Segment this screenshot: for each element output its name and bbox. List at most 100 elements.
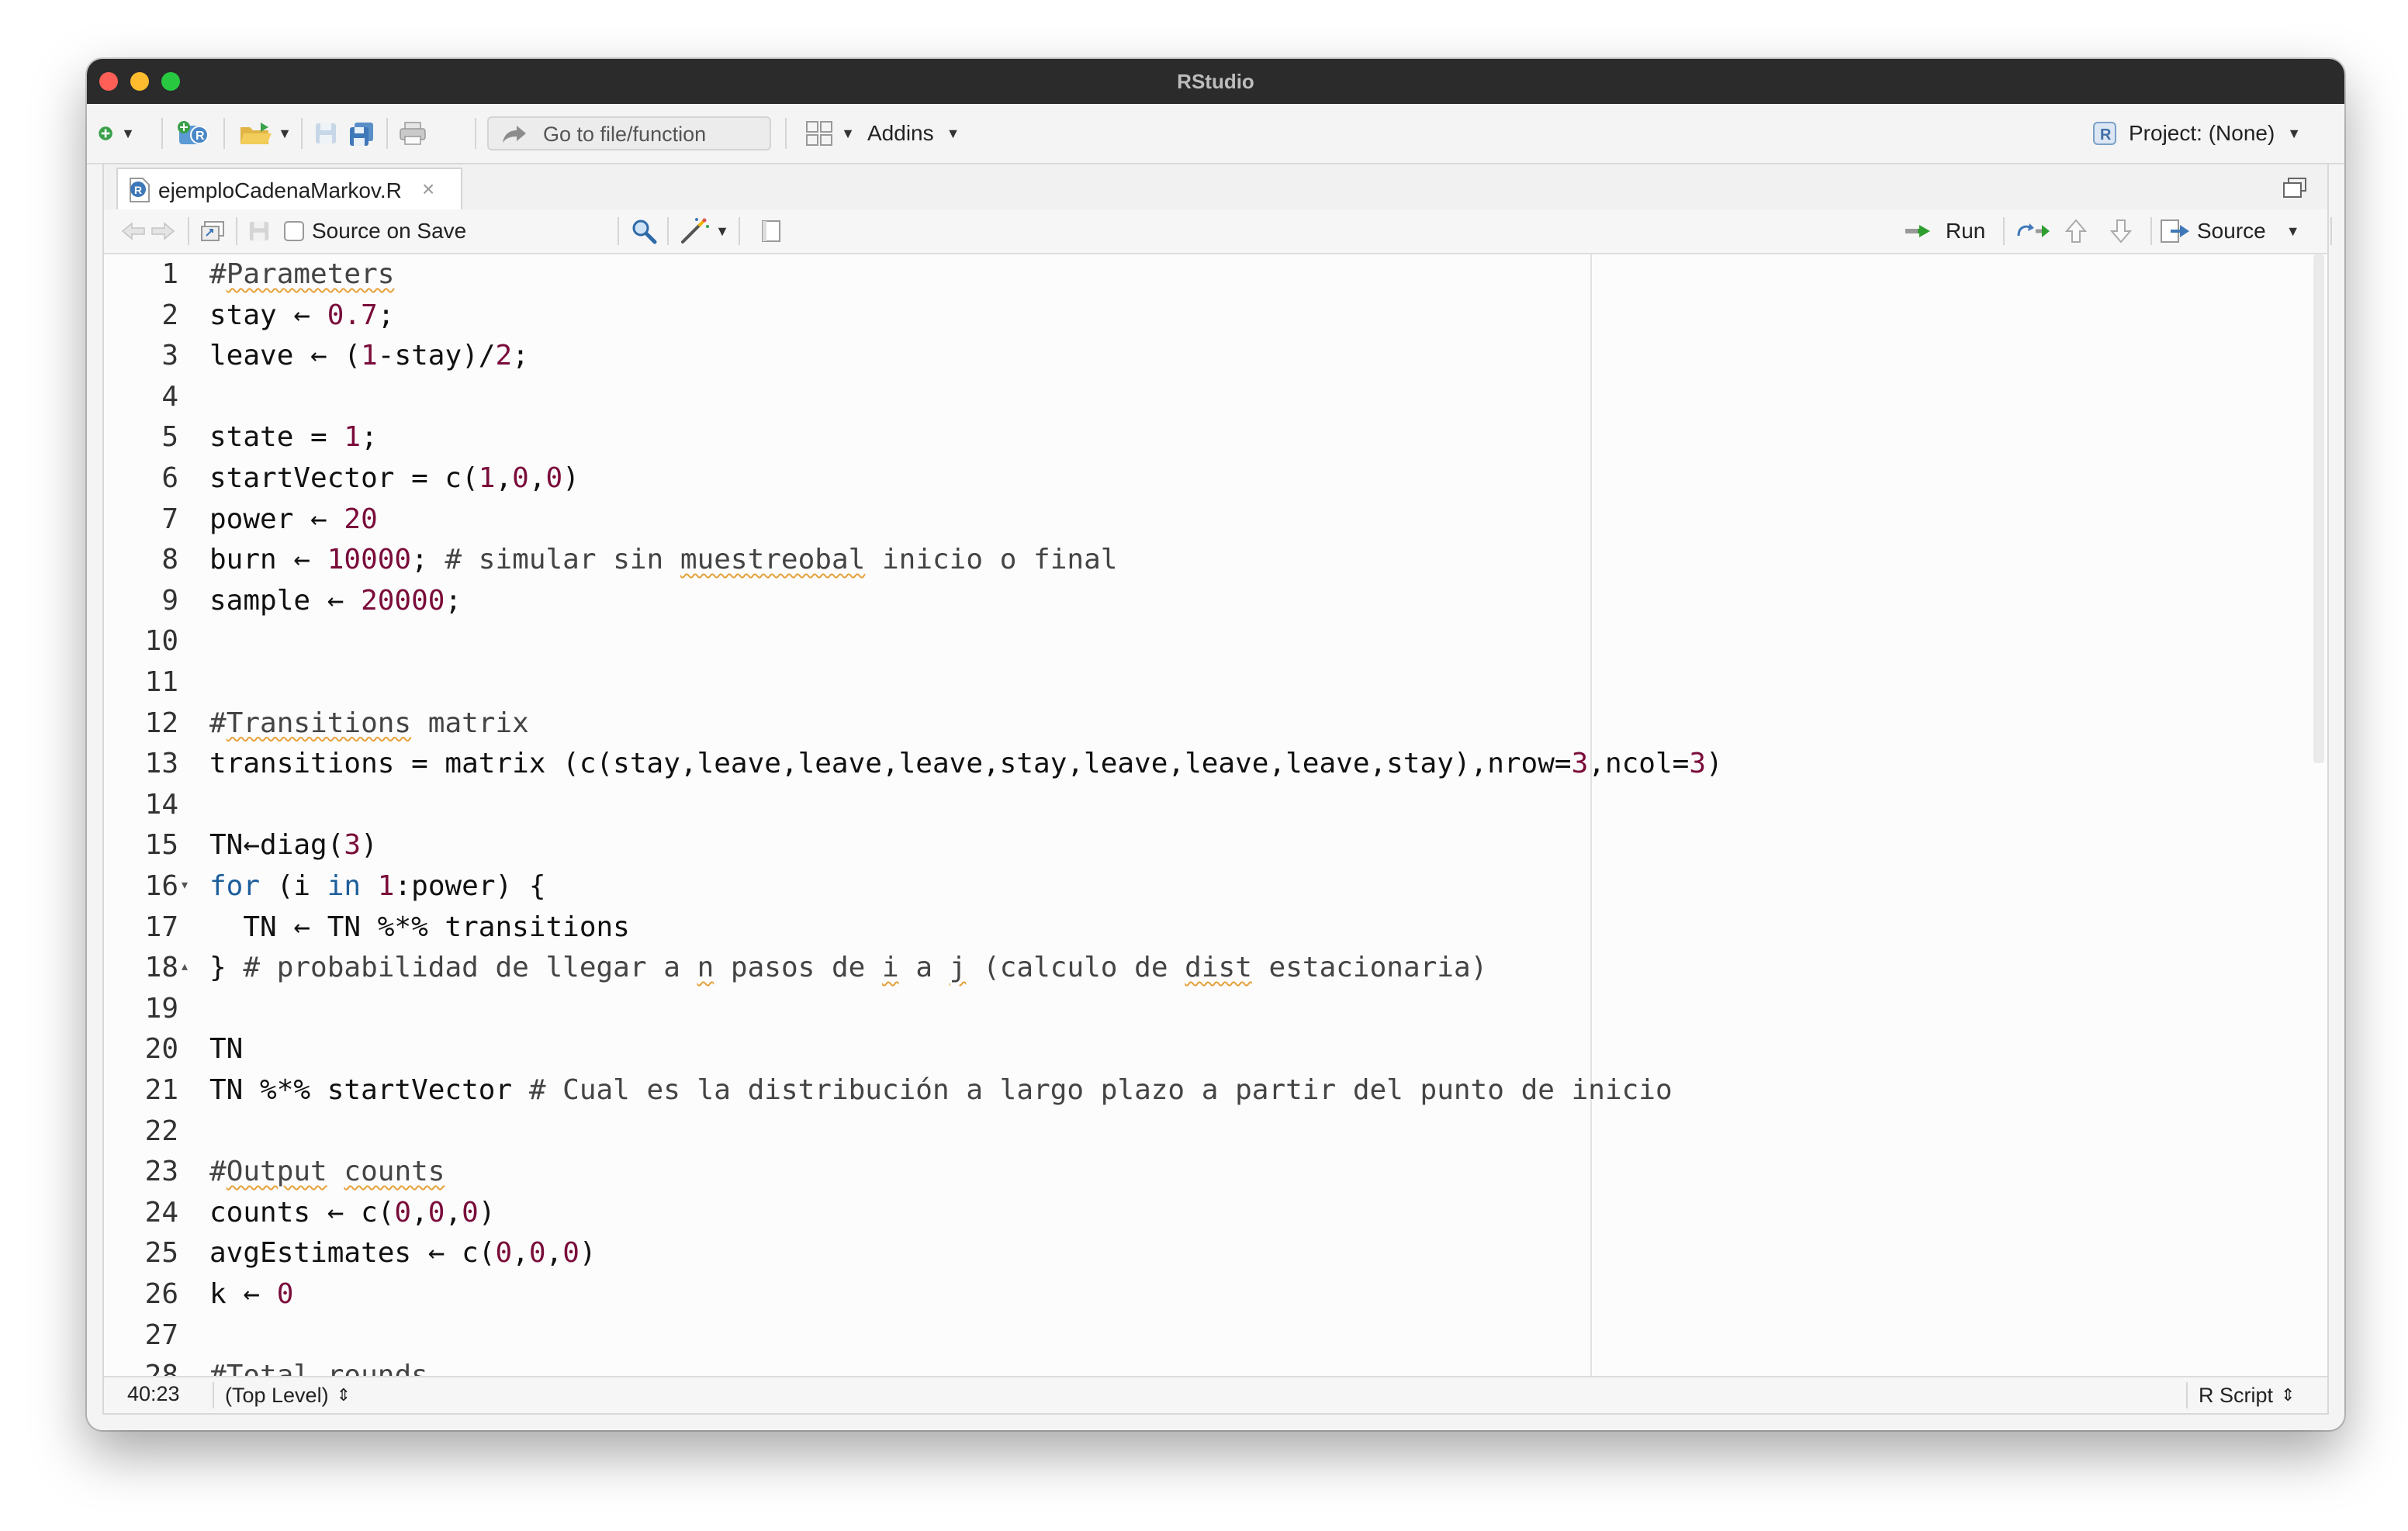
new-project-button[interactable]: R	[174, 116, 213, 150]
scope-selector[interactable]: (Top Level) ⇕	[225, 1381, 351, 1410]
forward-button[interactable]	[147, 217, 178, 245]
vertical-scrollbar[interactable]	[2313, 254, 2324, 763]
open-file-button[interactable]: ▼	[234, 118, 296, 149]
code-line[interactable]: TN %*% startVector # Cual es la distribu…	[209, 1070, 1673, 1111]
line-number: 26	[144, 1278, 178, 1310]
grid-icon	[806, 121, 833, 146]
chevron-down-icon: ▼	[946, 125, 960, 141]
code-line[interactable]: avgEstimates ← c(0,0,0)	[209, 1233, 597, 1274]
code-line[interactable]: #Total rounds	[209, 1356, 428, 1377]
search-icon	[632, 219, 657, 244]
code-line[interactable]: state = 1;	[209, 417, 378, 458]
code-line[interactable]: leave ← (1-stay)/2;	[209, 336, 529, 376]
save-all-button[interactable]	[346, 118, 377, 149]
line-number: 12	[144, 707, 178, 739]
code-line[interactable]: } # probabilidad de llegar a n pasos de …	[209, 948, 1487, 988]
window-title: RStudio	[1177, 70, 1254, 93]
open-folder-icon	[240, 123, 272, 144]
source-button[interactable]: Source ▼	[2160, 216, 2300, 247]
minimize-window-button[interactable]	[130, 72, 149, 91]
code-line[interactable]: startVector = c(1,0,0)	[209, 458, 580, 499]
print-icon	[400, 122, 426, 145]
print-button[interactable]	[396, 118, 430, 149]
chevron-down-icon: ▼	[2287, 125, 2302, 141]
go-to-file-input[interactable]: Go to file/function	[487, 116, 771, 150]
line-number: 8	[161, 544, 178, 576]
code-line[interactable]: #Output counts	[209, 1152, 445, 1192]
line-number: 5	[161, 421, 178, 454]
line-number: 17	[144, 911, 178, 943]
line-number: 20	[144, 1033, 178, 1066]
rstudio-window: RStudio ▼ R ▼ Go to file/function ▼ Addi…	[87, 59, 2344, 1430]
line-number: 11	[144, 666, 178, 698]
line-number-gutter: 1 2 3 4 5 6 7 8 9 10 11 12 13 14 15 16 17 18 19 20 21 22 23 24 2…	[104, 254, 188, 1377]
code-line[interactable]: counts ← c(0,0,0)	[209, 1193, 496, 1233]
notebook-icon	[762, 220, 780, 242]
line-number: 10	[144, 625, 178, 658]
source-pane: R ejemploCadenaMarkov.R × Source on Save…	[102, 163, 2332, 1415]
fold-toggle-icon[interactable]: ▾	[182, 877, 188, 893]
code-editor[interactable]: 1 2 3 4 5 6 7 8 9 10 11 12 13 14 15 16 17 18 19 20 21 22 23 24 2…	[104, 254, 2327, 1377]
code-line[interactable]: stay ← 0.7;	[209, 295, 394, 336]
run-button[interactable]: Run	[1904, 216, 1985, 247]
line-number: 22	[144, 1115, 178, 1147]
back-button[interactable]	[118, 217, 149, 245]
find-replace-button[interactable]	[627, 216, 661, 247]
editor-save-button[interactable]	[244, 217, 275, 245]
line-number: 1	[161, 258, 178, 290]
file-type-selector[interactable]: R Script ⇕	[2199, 1381, 2295, 1410]
new-file-button[interactable]: ▼	[98, 118, 135, 149]
maximize-pane-button[interactable]	[2279, 172, 2310, 203]
close-window-button[interactable]	[99, 72, 118, 91]
close-tab-icon[interactable]: ×	[422, 177, 434, 202]
show-in-new-window-button[interactable]	[197, 217, 228, 245]
source-on-save-checkbox[interactable]: Source on Save	[284, 217, 466, 245]
code-tools-button[interactable]: ▼	[676, 216, 732, 247]
chevron-updown-icon: ⇕	[336, 1385, 351, 1405]
line-number: 28	[144, 1360, 178, 1377]
previous-chunk-button[interactable]	[2062, 216, 2090, 247]
line-number: 15	[144, 829, 178, 862]
goto-arrow-icon	[503, 126, 526, 143]
workspace-panes-button[interactable]: ▼	[797, 116, 863, 150]
chevron-down-icon: ▼	[715, 223, 729, 239]
maximize-icon	[2283, 178, 2306, 198]
code-line[interactable]: for (i in 1:power) {	[209, 866, 546, 907]
compile-report-button[interactable]	[757, 217, 785, 245]
code-line[interactable]: sample ← 20000;	[209, 581, 462, 621]
rerun-button[interactable]	[2012, 216, 2054, 247]
fold-toggle-icon[interactable]: ▴	[182, 959, 188, 974]
up-icon	[2065, 219, 2087, 243]
code-line[interactable]: TN←diag(3)	[209, 825, 378, 866]
next-chunk-button[interactable]	[2107, 216, 2135, 247]
code-content[interactable]: #Parameters stay ← 0.7; leave ← (1-stay)/2…	[209, 254, 2327, 1377]
chevron-down-icon: ▼	[278, 125, 292, 141]
main-toolbar: ▼ R ▼ Go to file/function ▼ Addins ▼ R P…	[87, 104, 2344, 164]
line-number: 16	[144, 870, 178, 902]
magic-wand-icon	[681, 218, 710, 244]
line-number: 25	[144, 1237, 178, 1270]
addins-menu[interactable]: Addins ▼	[867, 116, 960, 150]
code-line[interactable]: #Parameters	[209, 254, 394, 295]
line-number: 3	[161, 340, 178, 372]
source-icon	[2161, 219, 2189, 243]
code-line[interactable]: power ← 20	[209, 499, 378, 540]
zoom-window-button[interactable]	[161, 72, 180, 91]
editor-tab[interactable]: R ejemploCadenaMarkov.R ×	[116, 168, 462, 209]
checkbox-box[interactable]	[284, 221, 304, 241]
editor-toolbar: Source on Save ▼ Run Source ▼	[104, 209, 2332, 254]
chevron-down-icon: ▼	[121, 125, 135, 141]
r-logo-icon: R	[2093, 122, 2116, 145]
code-line[interactable]: #Transitions matrix	[209, 703, 529, 744]
code-line[interactable]: TN ← TN %*% transitions	[209, 907, 630, 948]
svg-text:R: R	[134, 184, 142, 196]
save-all-icon	[350, 123, 373, 146]
save-button[interactable]	[310, 118, 341, 149]
line-number: 14	[144, 788, 178, 821]
code-line[interactable]: TN	[209, 1029, 243, 1070]
code-line[interactable]: burn ← 10000; # simular sin muestreobal …	[209, 540, 1117, 580]
chevron-down-icon: ▼	[841, 125, 855, 141]
code-line[interactable]: k ← 0	[209, 1274, 293, 1315]
code-line[interactable]: transitions = matrix (c(stay,leave,leave…	[209, 744, 1723, 784]
project-menu[interactable]: R Project: (None) ▼	[2091, 116, 2301, 150]
